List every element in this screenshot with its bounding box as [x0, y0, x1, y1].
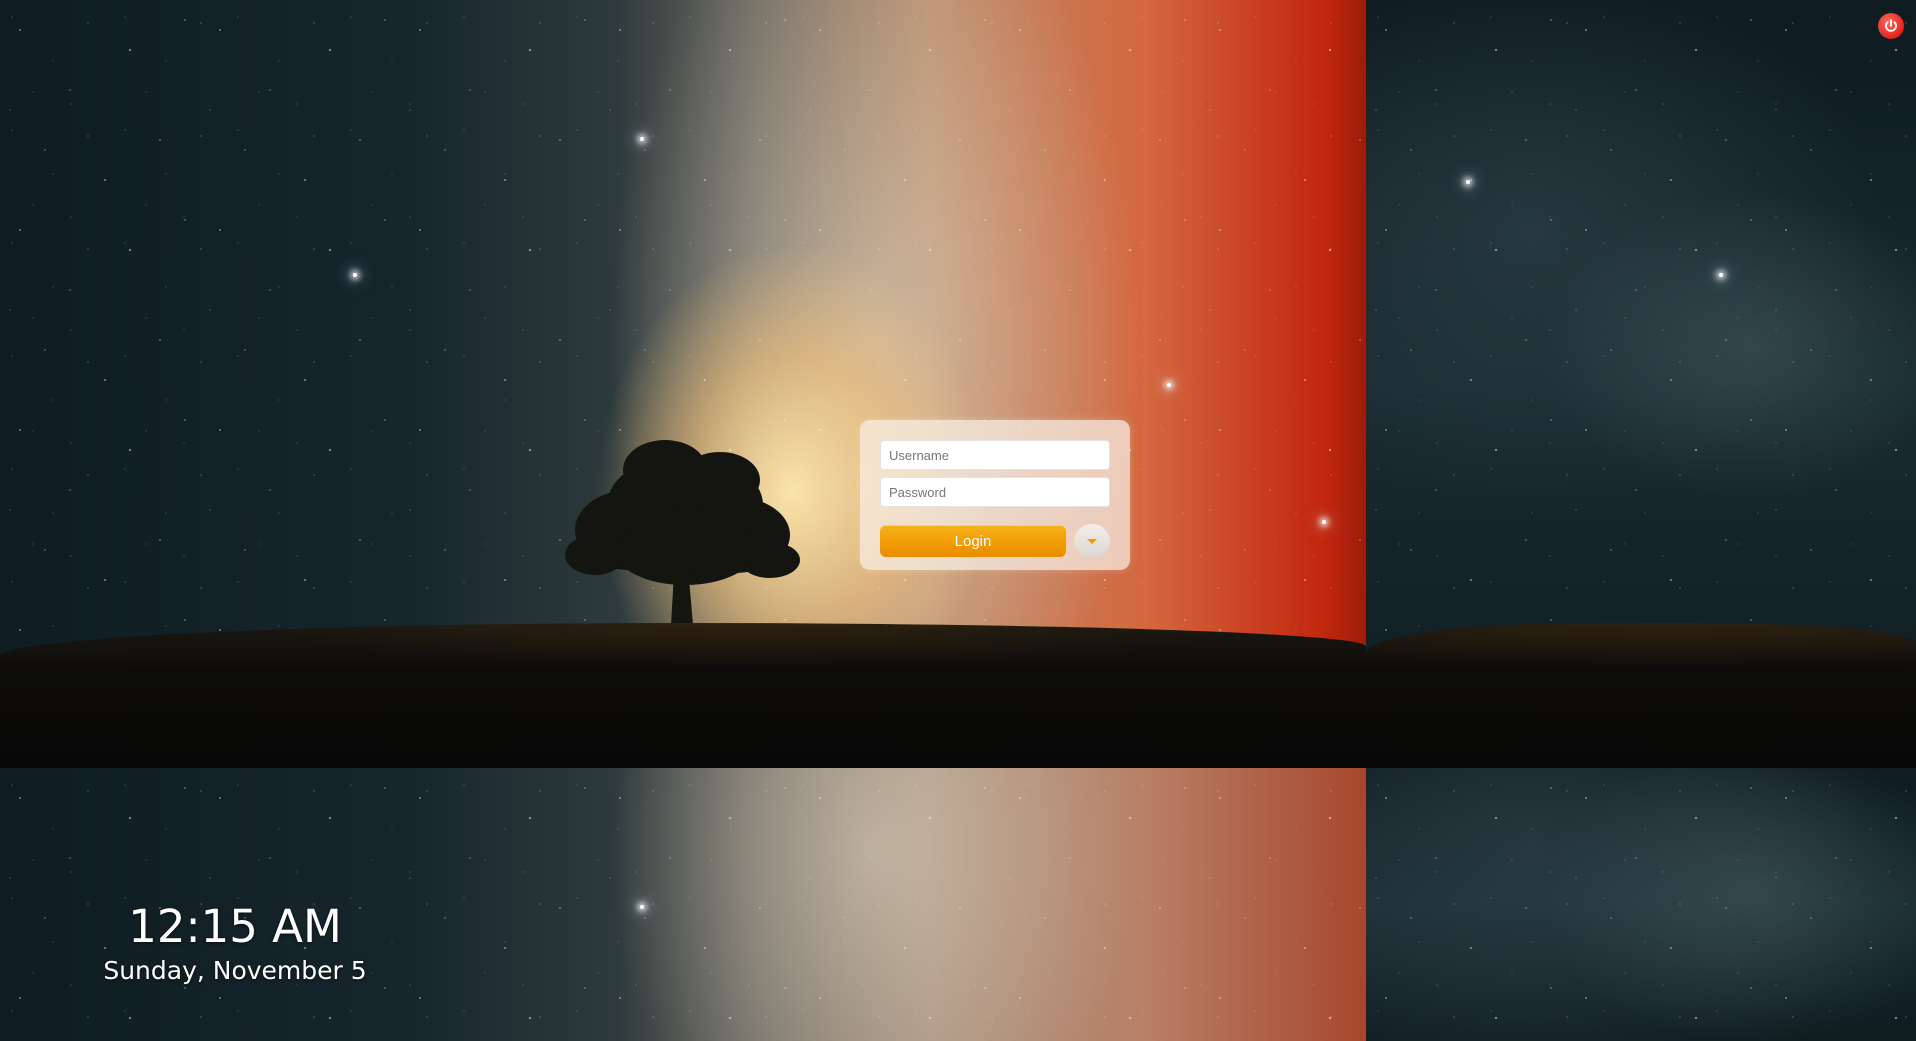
login-panel: Login	[860, 420, 1130, 570]
grass-hill	[0, 623, 1366, 768]
clock: 12:15 AM Sunday, November 5	[90, 900, 380, 986]
clock-date: Sunday, November 5	[103, 956, 367, 985]
username-input[interactable]	[880, 440, 1110, 470]
password-input[interactable]	[880, 477, 1110, 507]
power-button[interactable]	[1878, 13, 1904, 39]
chevron-down-icon	[1087, 538, 1097, 544]
login-screen: Login 12:15 AM Sunday, November 5	[0, 0, 1916, 1041]
wallpaper-bottom-right	[1366, 768, 1916, 1041]
wallpaper-right	[1366, 0, 1916, 768]
login-button[interactable]: Login	[880, 525, 1066, 557]
power-icon	[1885, 19, 1897, 32]
clock-time: 12:15 AM	[128, 900, 342, 953]
session-menu-button[interactable]	[1074, 524, 1110, 558]
tree-illustration	[565, 440, 800, 625]
wallpaper-main	[0, 0, 1366, 768]
